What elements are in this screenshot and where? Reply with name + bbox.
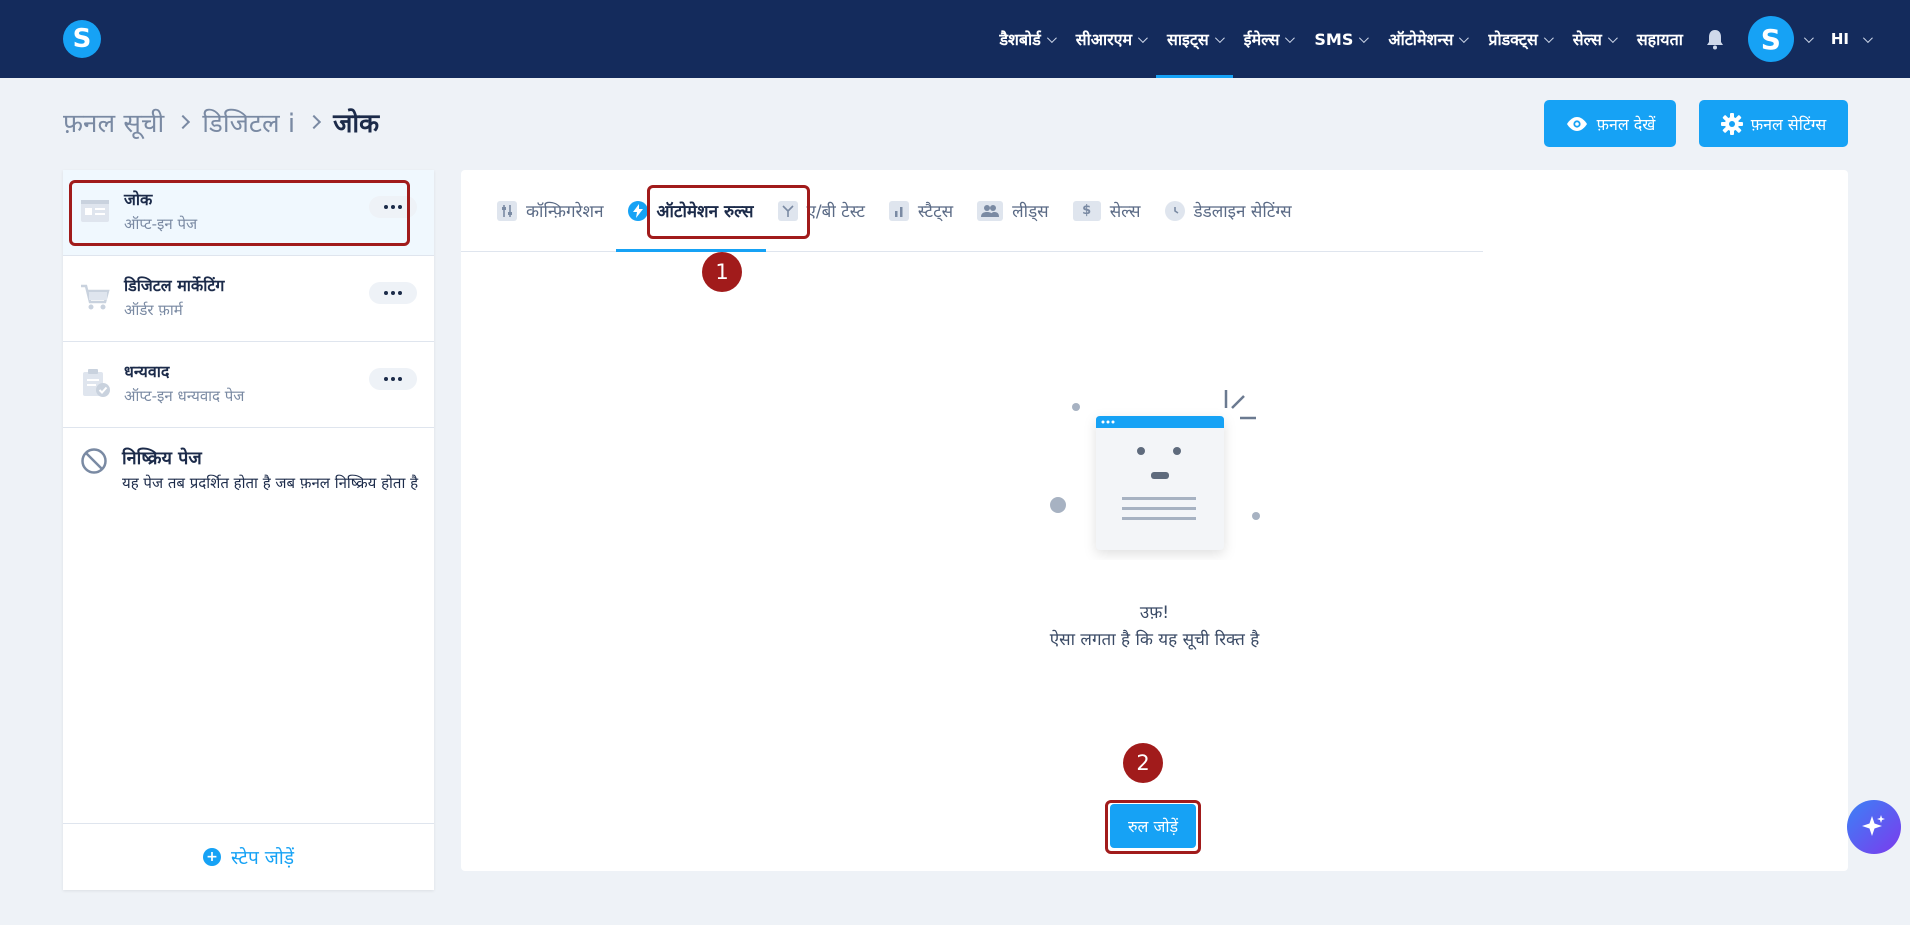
chevron-right-icon bbox=[176, 114, 191, 130]
users-icon bbox=[977, 200, 1004, 221]
empty-state-description: ऐसा लगता है कि यह सूची रिक्त है bbox=[1049, 630, 1260, 650]
nav-label: SMS bbox=[1314, 29, 1354, 49]
highlight-box bbox=[69, 180, 410, 246]
breadcrumb-funnel-list[interactable]: फ़नल सूची bbox=[63, 104, 164, 140]
nav-item-crm[interactable]: सीआरएम bbox=[1065, 0, 1156, 78]
tab-label: कॉन्फ़िगरेशन bbox=[526, 202, 604, 222]
add-step-button[interactable]: + स्टेप जोड़ें bbox=[63, 823, 434, 890]
tab-label: स्टैट्स bbox=[917, 202, 954, 222]
more-options-button[interactable] bbox=[369, 368, 417, 390]
main-nav: डैशबोर्ड सीआरएम साइट्स ईमेल्स SMS ऑटोमेश… bbox=[988, 0, 1910, 78]
chevron-down-icon bbox=[1607, 32, 1618, 43]
nav-label: सीआरएम bbox=[1075, 30, 1133, 49]
clipboard-check-icon bbox=[83, 369, 110, 397]
step-item-digital-marketing[interactable]: डिजिटल मार्केटिंग ऑर्डर फ़ार्म bbox=[63, 256, 434, 342]
step-item-thank-you[interactable]: धन्यवाद ऑप्ट-इन धन्यवाद पेज bbox=[63, 342, 434, 428]
chevron-down-icon bbox=[1359, 32, 1370, 43]
inactive-page-title: निष्क्रिय पेज bbox=[122, 448, 202, 469]
tab-leads[interactable]: लीड्स bbox=[965, 170, 1061, 251]
tab-stats[interactable]: स्टैट्स bbox=[877, 170, 965, 251]
clock-icon bbox=[1164, 200, 1185, 221]
step-marker-2: 2 bbox=[1123, 743, 1163, 783]
nav-label: सेल्स bbox=[1572, 30, 1602, 49]
chevron-down-icon[interactable] bbox=[1803, 32, 1814, 43]
highlight-box bbox=[1105, 800, 1201, 854]
nav-item-dashboard[interactable]: डैशबोर्ड bbox=[988, 0, 1064, 78]
chevron-down-icon bbox=[1214, 32, 1225, 43]
tab-configuration[interactable]: कॉन्फ़िगरेशन bbox=[485, 170, 616, 251]
funnel-step-tabs: कॉन्फ़िगरेशन ऑटोमेशन रुल्स ए/बी टेस्ट स्… bbox=[461, 170, 1483, 252]
bar-chart-icon bbox=[888, 200, 909, 221]
nav-label: ऑटोमेशन्स bbox=[1388, 30, 1454, 49]
step-title: डिजिटल मार्केटिंग bbox=[124, 276, 225, 295]
nav-item-help[interactable]: सहायता bbox=[1626, 0, 1694, 78]
eye-icon bbox=[1566, 116, 1587, 131]
chevron-down-icon bbox=[1862, 32, 1873, 43]
step-title: धन्यवाद bbox=[124, 362, 170, 381]
nav-item-products[interactable]: प्रोडक्ट्स bbox=[1477, 0, 1561, 78]
language-selector[interactable]: HI bbox=[1830, 30, 1873, 48]
tab-label: डेडलाइन सेटिंग्स bbox=[1193, 202, 1292, 222]
lightning-icon bbox=[627, 200, 648, 221]
chevron-down-icon bbox=[1543, 32, 1554, 43]
breadcrumb-funnel[interactable]: डिजिटल i bbox=[202, 104, 295, 140]
empty-state-title: उफ़! bbox=[1139, 603, 1170, 623]
ai-assistant-button[interactable] bbox=[1847, 800, 1901, 854]
language-label: HI bbox=[1830, 30, 1849, 48]
add-step-label: स्टेप जोड़ें bbox=[231, 847, 294, 869]
funnel-steps-panel: जोक ऑप्ट-इन पेज डिजिटल मार्केटिंग ऑर्डर … bbox=[63, 170, 434, 890]
dollar-icon: $ bbox=[1072, 200, 1101, 221]
sliders-icon bbox=[497, 200, 517, 221]
view-funnel-label: फ़नल देखें bbox=[1596, 114, 1656, 134]
step-subtitle: ऑर्डर फ़ार्म bbox=[124, 301, 183, 319]
nav-item-sales[interactable]: सेल्स bbox=[1562, 0, 1626, 78]
app-logo[interactable]: S bbox=[63, 20, 101, 58]
breadcrumb-current: जोक bbox=[333, 109, 380, 139]
nav-item-automations[interactable]: ऑटोमेशन्स bbox=[1377, 0, 1477, 78]
nav-label: डैशबोर्ड bbox=[999, 30, 1041, 49]
tab-label: सेल्स bbox=[1109, 202, 1141, 222]
nav-item-sites[interactable]: साइट्स bbox=[1156, 0, 1233, 78]
bell-icon[interactable] bbox=[1704, 0, 1726, 78]
nav-item-sms[interactable]: SMS bbox=[1303, 0, 1377, 78]
nav-label: सहायता bbox=[1636, 30, 1683, 49]
nav-label: प्रोडक्ट्स bbox=[1488, 30, 1538, 49]
tab-label: ए/बी टेस्ट bbox=[806, 202, 865, 222]
funnel-settings-label: फ़नल सेटिंग्स bbox=[1750, 114, 1827, 134]
nav-label: साइट्स bbox=[1167, 30, 1209, 49]
chevron-down-icon bbox=[1459, 32, 1470, 43]
chevron-right-icon bbox=[307, 114, 322, 130]
inactive-page-description: यह पेज तब प्रदर्शित होता है जब फ़नल निष्… bbox=[122, 474, 419, 492]
plus-circle-icon: + bbox=[203, 848, 221, 866]
sparkle-icon bbox=[1862, 815, 1885, 836]
chevron-down-icon bbox=[1138, 32, 1148, 43]
tab-label: लीड्स bbox=[1012, 202, 1049, 222]
user-avatar[interactable]: S bbox=[1747, 16, 1794, 62]
chevron-down-icon bbox=[1285, 32, 1296, 43]
step-subtitle: ऑप्ट-इन धन्यवाद पेज bbox=[124, 387, 245, 405]
nav-label: ईमेल्स bbox=[1243, 30, 1280, 49]
top-navigation-bar: S डैशबोर्ड सीआरएम साइट्स ईमेल्स SMS ऑटोम… bbox=[0, 0, 1910, 78]
tab-sales[interactable]: $ सेल्स bbox=[1061, 170, 1153, 251]
shopping-cart-icon bbox=[81, 284, 110, 310]
gear-icon bbox=[1720, 112, 1743, 135]
prohibited-icon bbox=[81, 448, 107, 474]
breadcrumb: फ़नल सूची डिजिटल i जोक bbox=[63, 104, 379, 140]
chevron-down-icon bbox=[1046, 32, 1057, 43]
funnel-settings-button[interactable]: फ़नल सेटिंग्स bbox=[1699, 100, 1848, 147]
more-options-button[interactable] bbox=[369, 282, 417, 304]
highlight-box bbox=[647, 185, 810, 239]
view-funnel-button[interactable]: फ़नल देखें bbox=[1544, 100, 1676, 147]
empty-list-illustration bbox=[1050, 390, 1260, 550]
tab-deadline-settings[interactable]: डेडलाइन सेटिंग्स bbox=[1153, 170, 1304, 251]
step-marker-1: 1 bbox=[702, 252, 742, 292]
nav-item-emails[interactable]: ईमेल्स bbox=[1233, 0, 1304, 78]
